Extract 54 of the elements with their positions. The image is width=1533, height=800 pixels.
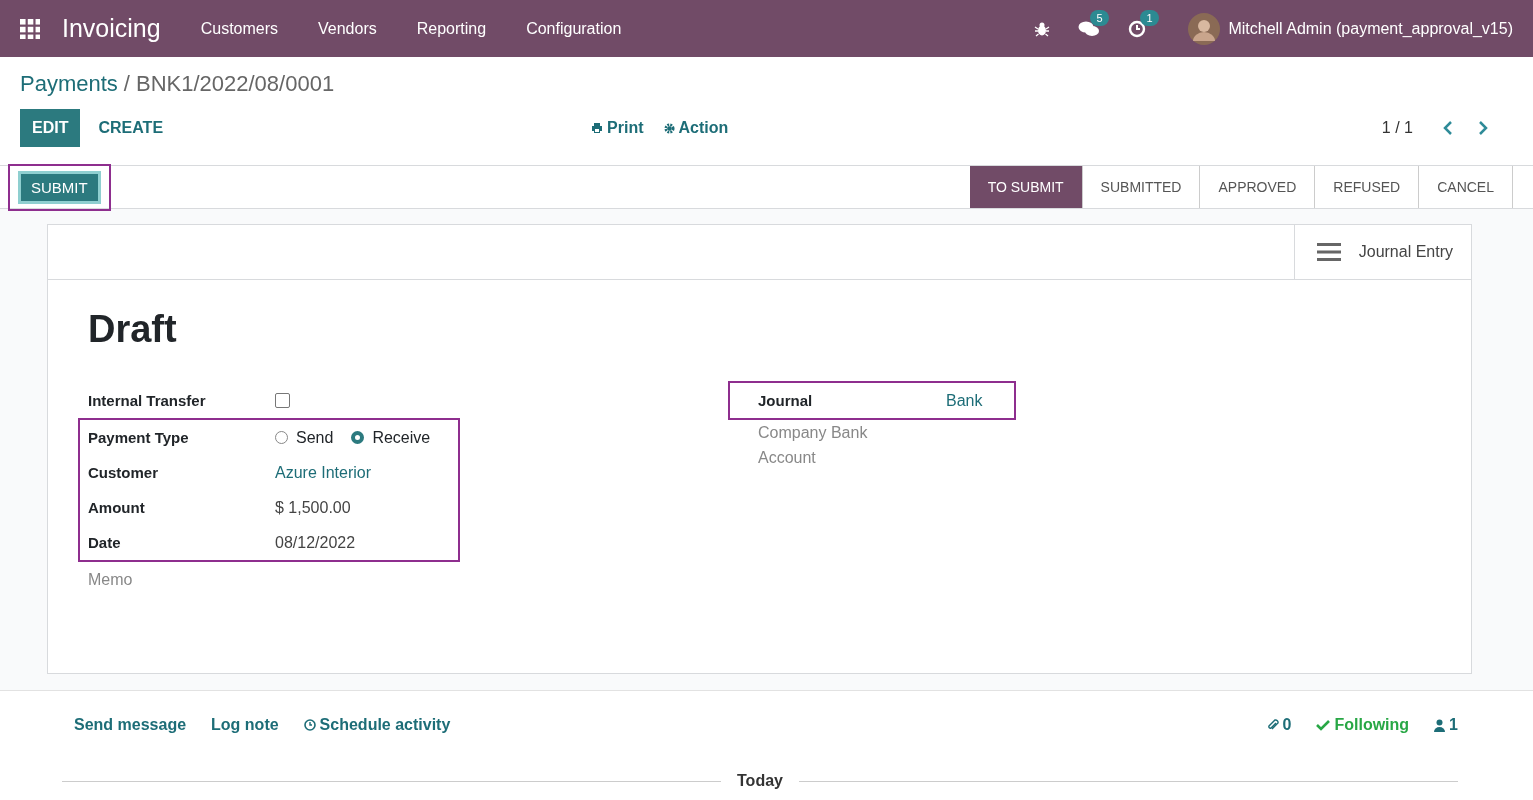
previous-icon[interactable] xyxy=(1443,121,1453,135)
field-label: Journal xyxy=(758,392,814,409)
submit-button[interactable]: SUBMIT xyxy=(18,170,101,204)
gear-icon xyxy=(663,122,675,134)
checkbox[interactable] xyxy=(275,393,290,408)
log-note-link[interactable]: Log note xyxy=(211,716,279,734)
message-count-badge: 5 xyxy=(1090,9,1109,26)
edit-button[interactable]: EDIT xyxy=(20,109,81,147)
field-label: Amount xyxy=(88,499,146,516)
breadcrumb-current: BNK1/2022/08/0001 xyxy=(135,71,335,97)
field-label: Customer xyxy=(88,464,159,481)
next-icon[interactable] xyxy=(1478,121,1488,135)
print-button[interactable]: Print xyxy=(591,119,644,137)
app-name[interactable]: Invoicing xyxy=(62,14,161,43)
list-icon xyxy=(1316,242,1341,262)
create-button[interactable]: CREATE xyxy=(80,109,182,147)
radio-label[interactable]: Send xyxy=(296,428,334,447)
avatar-icon[interactable] xyxy=(1188,12,1221,45)
attachments-button[interactable]: 0 xyxy=(1266,716,1292,734)
field-label: Memo xyxy=(88,570,133,589)
breadcrumb-link[interactable]: Payments xyxy=(20,71,118,97)
radio-label[interactable]: Receive xyxy=(372,428,431,447)
user-name[interactable]: Mitchell Admin (payment_approval_v15) xyxy=(1228,19,1513,38)
field-label: Internal Transfer xyxy=(88,392,207,409)
app-grid-icon[interactable] xyxy=(20,18,40,39)
followers-button[interactable]: 1 xyxy=(1434,716,1458,734)
menu-item[interactable]: Configuration xyxy=(506,19,642,38)
clock-icon xyxy=(303,719,316,731)
person-icon xyxy=(1434,718,1446,732)
field-value: $ 1,500.00 xyxy=(275,498,351,517)
printer-icon xyxy=(591,122,604,134)
schedule-activity-link[interactable]: Schedule activity xyxy=(303,716,451,734)
field-link[interactable]: Bank xyxy=(946,391,983,410)
status-stage[interactable]: TO SUBMIT xyxy=(969,166,1083,208)
menu-item[interactable]: Customers xyxy=(180,19,299,38)
menu-item[interactable]: Vendors xyxy=(298,19,397,38)
paperclip-icon xyxy=(1266,718,1279,732)
clock-icon[interactable] xyxy=(1128,19,1147,38)
action-button[interactable]: Action xyxy=(663,119,729,137)
field-link[interactable]: Azure Interior xyxy=(275,463,372,482)
radio-button[interactable] xyxy=(351,431,365,444)
field-label: Payment Type xyxy=(88,429,190,446)
activity-count-badge: 1 xyxy=(1140,9,1159,26)
breadcrumb-separator: / xyxy=(123,71,130,97)
menu-item[interactable]: Reporting xyxy=(396,19,507,38)
date-separator: Today xyxy=(737,772,783,790)
checkmark-icon xyxy=(1316,719,1331,731)
field-value: 08/12/2022 xyxy=(275,533,356,552)
field-label: Company Bank Account xyxy=(758,423,869,468)
pager-counter: 1 / 1 xyxy=(1381,119,1413,137)
bug-icon[interactable] xyxy=(1034,20,1051,37)
record-title: Draft xyxy=(88,308,178,351)
send-message-link[interactable]: Send message xyxy=(74,716,187,734)
field-label: Date xyxy=(88,534,122,551)
